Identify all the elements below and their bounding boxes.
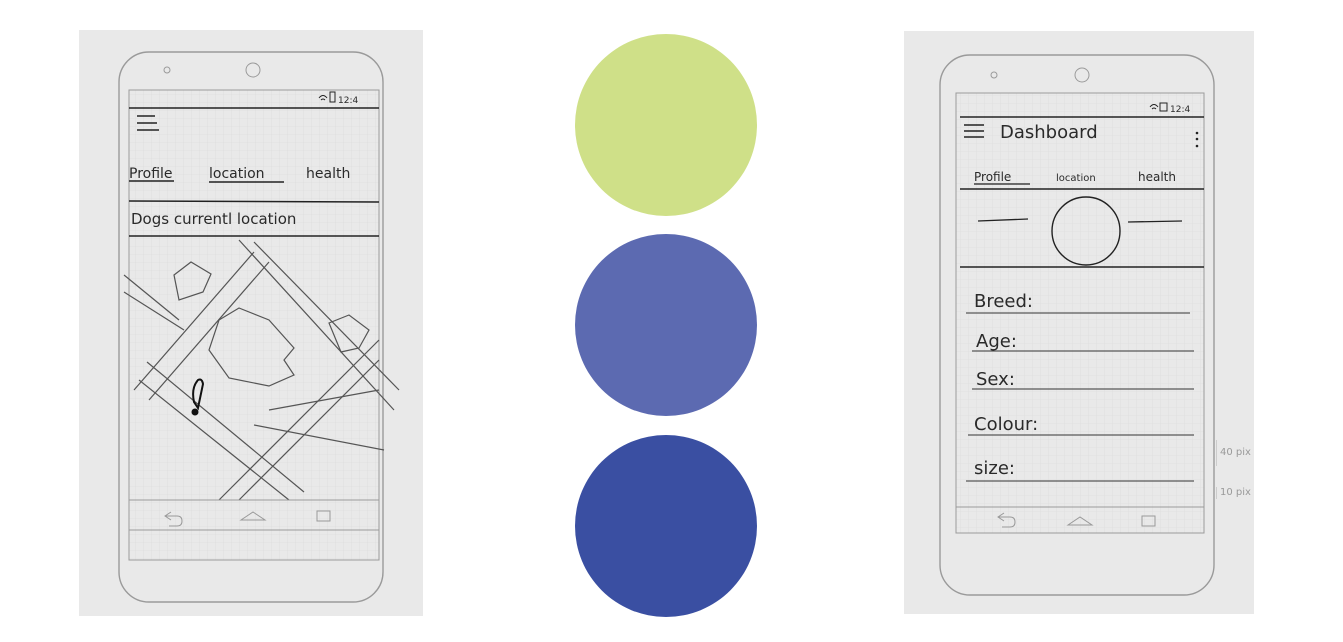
page-title: Dashboard	[1000, 122, 1098, 143]
field-breed: Breed:	[974, 291, 1033, 312]
tab-health[interactable]: health	[1138, 170, 1176, 184]
status-time: 12:4	[1170, 105, 1190, 115]
measure-note-10: 10 pix	[1216, 487, 1251, 499]
tab-profile[interactable]: Profile	[129, 166, 173, 182]
color-swatch-lime	[575, 34, 757, 216]
color-swatch-indigo	[575, 435, 757, 617]
sensor-dot	[990, 71, 998, 79]
status-time: 12:4	[338, 96, 358, 106]
tab-health[interactable]: health	[306, 166, 350, 182]
left-phone-sketch: 12:4 Profile location health Dogs curren…	[118, 51, 400, 603]
field-age: Age:	[976, 331, 1017, 352]
camera-icon	[1074, 67, 1090, 83]
tab-location[interactable]: location	[1056, 173, 1096, 184]
right-phone-sketch: 12:4 Dashboard Profile location health B…	[939, 54, 1215, 596]
sensor-dot	[163, 66, 171, 74]
phone-screen	[128, 89, 380, 561]
tab-location[interactable]: location	[209, 166, 265, 182]
tab-profile[interactable]: Profile	[974, 170, 1011, 184]
left-sketch-paper: 12:4 Profile location health Dogs curren…	[79, 30, 423, 616]
field-sex: Sex:	[976, 369, 1015, 390]
field-colour: Colour:	[974, 414, 1038, 435]
measure-note-40: 40 pix	[1216, 440, 1251, 466]
camera-icon	[245, 62, 261, 78]
map-heading: Dogs currentl location	[131, 210, 296, 228]
color-swatch-periwinkle	[575, 234, 757, 416]
right-sketch-paper: 12:4 Dashboard Profile location health B…	[904, 31, 1254, 614]
field-size: size:	[974, 458, 1015, 479]
